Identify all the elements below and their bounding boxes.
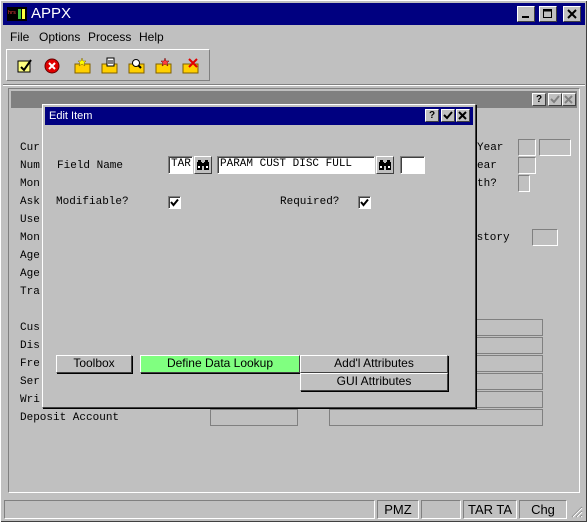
bg-label: Fre (20, 358, 40, 370)
define-data-lookup-button[interactable]: Define Data Lookup (140, 355, 300, 373)
addl-attributes-button[interactable]: Add'l Attributes (300, 355, 448, 373)
menu-file[interactable]: File (10, 30, 29, 44)
bg-label: Num (20, 160, 40, 172)
check-doc-icon[interactable] (15, 56, 35, 76)
maximize-button[interactable] (539, 6, 557, 22)
gui-attributes-button[interactable]: GUI Attributes (300, 373, 448, 391)
bg-label: Dis (20, 340, 40, 352)
bg-label: Ask (20, 196, 40, 208)
checkmark-icon (360, 198, 369, 207)
folder-search-icon[interactable] (127, 56, 147, 76)
dialog-close-button[interactable] (456, 109, 470, 122)
binoculars-icon (197, 160, 209, 170)
bg-close-button[interactable] (562, 93, 576, 106)
bg-field[interactable] (518, 175, 530, 192)
field-name-suffix-input[interactable] (400, 156, 425, 174)
field-name-prefix-input[interactable]: TAR (168, 156, 193, 174)
bg-label-right: th? (477, 178, 497, 190)
status-cell: PMZ (377, 500, 419, 519)
required-checkbox[interactable] (358, 196, 371, 209)
dialog-title: Edit Item (49, 110, 93, 122)
bg-label: Tra (20, 286, 40, 298)
status-cell (421, 500, 461, 519)
close-icon (567, 9, 577, 19)
edit-item-dialog: Edit Item ? Field Name TAR PARAM CUST DI… (42, 104, 476, 408)
deposit-account-label: Deposit Account (20, 412, 120, 424)
binoculars-icon (379, 160, 391, 170)
bg-label: Mon (20, 232, 40, 244)
minimize-icon (522, 16, 529, 18)
field-prefix-lookup-button[interactable] (194, 156, 212, 174)
deposit-account-desc-field[interactable] (329, 409, 543, 426)
bg-field[interactable] (518, 139, 536, 156)
deposit-account-field[interactable] (210, 409, 298, 426)
checkmark-icon (550, 95, 560, 104)
folder-star-icon[interactable] (73, 56, 93, 76)
close-icon (564, 95, 573, 104)
folder-star2-icon[interactable] (154, 56, 174, 76)
required-label: Required? (280, 196, 340, 208)
bg-help-button[interactable]: ? (532, 93, 546, 106)
app-title: APPX (31, 5, 72, 22)
menu-help[interactable]: Help (139, 30, 164, 44)
menu-options[interactable]: Options (39, 30, 80, 44)
folder-edit-icon[interactable] (100, 56, 120, 76)
field-name-lookup-button[interactable] (376, 156, 394, 174)
bg-label: Cur (20, 142, 40, 154)
bg-label: Age (20, 268, 40, 280)
bg-field[interactable] (476, 337, 543, 354)
bg-field[interactable] (532, 229, 558, 246)
svg-text:hrs: hrs (8, 10, 16, 16)
checkmark-icon (443, 111, 453, 120)
modifiable-checkbox[interactable] (168, 196, 181, 209)
menu-process[interactable]: Process (88, 30, 131, 44)
menu-bar: File Options Process Help (3, 27, 585, 47)
bg-label: Ser (20, 376, 40, 388)
field-name-input[interactable]: PARAM CUST DISC FULL (217, 156, 375, 174)
bg-field[interactable] (476, 355, 543, 372)
checkmark-icon (170, 198, 179, 207)
bg-field[interactable] (539, 139, 571, 156)
field-name-label: Field Name (57, 160, 124, 172)
status-message (4, 500, 375, 519)
bg-field[interactable] (518, 157, 536, 174)
bg-field[interactable] (476, 391, 543, 408)
bg-label: Cus (20, 322, 40, 334)
bg-field[interactable] (476, 373, 543, 390)
folder-delete-icon[interactable] (181, 56, 201, 76)
dialog-help-button[interactable]: ? (425, 109, 439, 122)
bg-label: Wri (20, 394, 40, 406)
bg-label-right: ear (477, 160, 497, 172)
status-bar: PMZ TAR TA Chg (3, 499, 585, 520)
status-mode: Chg (519, 500, 567, 519)
toolbox-button[interactable]: Toolbox (56, 355, 132, 373)
bg-label-right: Year (477, 142, 504, 154)
close-icon (458, 111, 467, 120)
title-bar: hrs APPX (3, 3, 585, 25)
dialog-ok-button[interactable] (441, 109, 455, 122)
cancel-icon[interactable] (42, 56, 62, 76)
bg-label: Mon (20, 178, 40, 190)
minimize-button[interactable] (517, 6, 535, 22)
toolbar-separator (3, 84, 585, 86)
status-cell: TAR TA (463, 500, 517, 519)
maximize-icon (543, 9, 552, 18)
bg-label: Use (20, 214, 40, 226)
toolbar (6, 49, 210, 81)
close-button[interactable] (563, 6, 581, 22)
edit-item-titlebar: Edit Item ? (45, 107, 473, 125)
appx-logo-icon: hrs (7, 7, 27, 21)
bg-field[interactable] (476, 319, 543, 336)
resize-grip-icon[interactable] (569, 504, 583, 518)
bg-label: Age (20, 250, 40, 262)
modifiable-label: Modifiable? (56, 196, 129, 208)
bg-ok-button[interactable] (548, 93, 562, 106)
